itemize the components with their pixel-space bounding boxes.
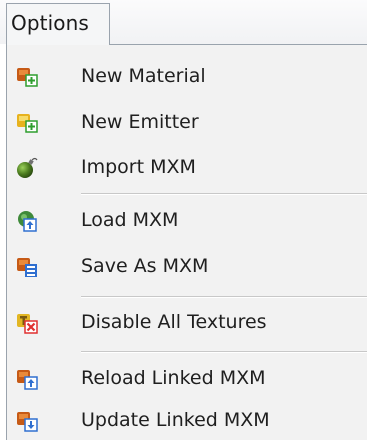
menu-item-load-mxm[interactable]: Load MXM	[7, 199, 367, 243]
menu-item-reload-linked-mxm[interactable]: Reload Linked MXM	[7, 357, 367, 401]
menu-item-save-as-mxm[interactable]: Save As MXM	[7, 245, 367, 289]
save-as-icon	[16, 256, 38, 278]
load-icon	[16, 210, 38, 232]
menu-item-label: Load MXM	[81, 209, 179, 231]
menu-separator	[81, 193, 367, 195]
update-linked-icon	[16, 410, 38, 432]
menu-item-new-material[interactable]: New Material	[7, 55, 367, 99]
options-dropdown-menu: New Material New Emitter Import MXM Load…	[6, 44, 367, 440]
menu-item-label: Disable All Textures	[81, 311, 267, 333]
new-material-icon	[16, 66, 38, 88]
import-bomb-icon	[16, 157, 38, 179]
menu-item-disable-all-textures[interactable]: Disable All Textures	[7, 301, 367, 345]
menu-item-label: Update Linked MXM	[81, 409, 270, 431]
options-menu-tab[interactable]: Options	[6, 3, 110, 45]
new-emitter-icon	[16, 112, 38, 134]
menu-item-label: Reload Linked MXM	[81, 367, 266, 389]
menu-item-new-emitter[interactable]: New Emitter	[7, 101, 367, 145]
menu-item-import-mxm[interactable]: Import MXM	[7, 146, 367, 190]
menu-item-label: New Emitter	[81, 111, 199, 133]
menu-item-label: Import MXM	[81, 156, 196, 178]
menu-item-update-linked-mxm[interactable]: Update Linked MXM	[7, 399, 367, 443]
menu-separator	[81, 351, 367, 353]
disable-textures-icon	[16, 312, 38, 334]
menu-item-label: New Material	[81, 65, 206, 87]
reload-linked-icon	[16, 368, 38, 390]
options-menu-label: Options	[11, 11, 89, 35]
menu-item-label: Save As MXM	[81, 255, 209, 277]
menu-separator	[81, 296, 367, 298]
